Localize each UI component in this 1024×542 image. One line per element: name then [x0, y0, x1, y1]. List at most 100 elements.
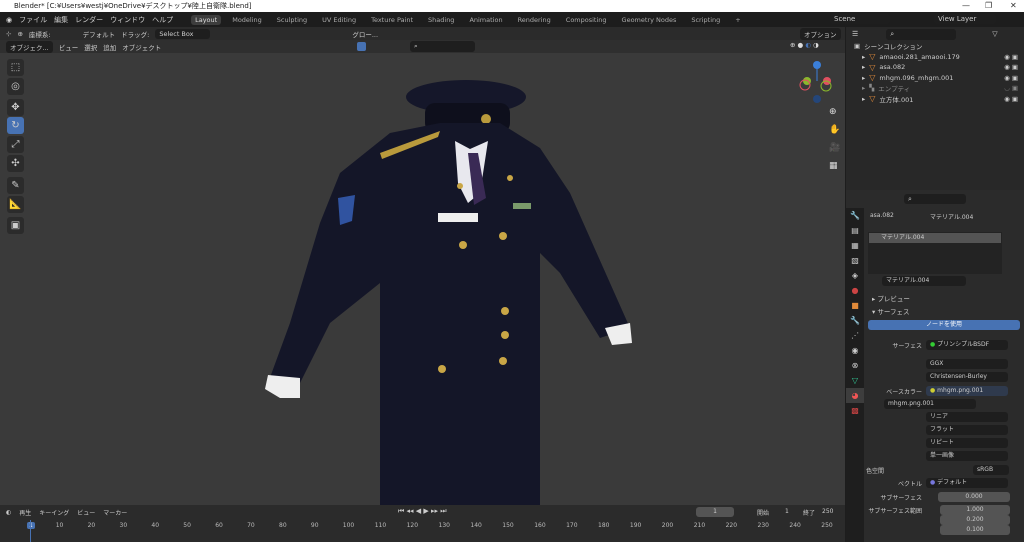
- maximize-button[interactable]: ❐: [985, 0, 992, 12]
- distribution-dropdown[interactable]: GGX: [926, 359, 1008, 369]
- material-tab-icon[interactable]: ◕: [846, 388, 864, 403]
- tab-sculpting[interactable]: Sculpting: [273, 15, 311, 25]
- tab-compositing[interactable]: Compositing: [562, 15, 611, 25]
- scene-collection[interactable]: ▣ シーンコレクション: [846, 41, 1024, 52]
- tab-texture-paint[interactable]: Texture Paint: [367, 15, 417, 25]
- extension-dropdown[interactable]: リピート: [926, 438, 1008, 448]
- subsurface-field[interactable]: 0.000: [938, 492, 1010, 502]
- select-mode-icon[interactable]: [357, 42, 366, 51]
- close-button[interactable]: ✕: [1010, 0, 1017, 12]
- outliner-item[interactable]: ▸ ▽ mhgm.096_mhgm.001 ◉ ▣: [846, 73, 1024, 84]
- tab-shading[interactable]: Shading: [424, 15, 458, 25]
- radius-z-field[interactable]: 0.100: [940, 525, 1010, 535]
- tab-rendering[interactable]: Rendering: [514, 15, 555, 25]
- outliner-item[interactable]: ▸ ▚ エンプティ ◡ ▣: [846, 83, 1024, 94]
- outliner-item[interactable]: ▸ ▽ amaooi.281_amaooi.179 ◉ ▣: [846, 52, 1024, 63]
- current-frame-field[interactable]: 1: [696, 507, 734, 517]
- visibility-icon[interactable]: ◡ ▣: [1004, 84, 1018, 92]
- surface-panel[interactable]: ▾ サーフェス: [872, 306, 909, 316]
- menu-help[interactable]: ヘルプ: [152, 15, 173, 25]
- view-layer-selector[interactable]: View Layer: [934, 14, 996, 24]
- menu-add[interactable]: 追加: [103, 42, 116, 52]
- tab-scripting[interactable]: Scripting: [687, 15, 724, 25]
- menu-marker[interactable]: マーカー: [103, 508, 127, 517]
- outliner-item[interactable]: ▸ ▽ asa.082 ◉ ▣: [846, 62, 1024, 73]
- pivot-dropdown[interactable]: デフォルト: [83, 29, 116, 39]
- scene-selector[interactable]: Scene: [830, 14, 890, 24]
- view-layer-tab-icon[interactable]: ▧: [846, 253, 864, 268]
- display-mode-icon[interactable]: ☰: [852, 30, 858, 38]
- blender-logo-icon[interactable]: ◉: [6, 16, 12, 24]
- start-field[interactable]: 1: [785, 508, 789, 515]
- add-workspace-button[interactable]: +: [731, 15, 744, 25]
- minimize-button[interactable]: —: [962, 0, 970, 12]
- visibility-icon[interactable]: ◉ ▣: [1004, 53, 1018, 61]
- tab-modeling[interactable]: Modeling: [228, 15, 266, 25]
- particles-tab-icon[interactable]: ⋰: [846, 328, 864, 343]
- physics-tab-icon[interactable]: ◉: [846, 343, 864, 358]
- menu-file[interactable]: ファイル: [19, 15, 47, 25]
- transform-icon[interactable]: ⊹: [6, 30, 11, 38]
- menu-object[interactable]: オブジェクト: [122, 42, 161, 52]
- colorspace-dropdown[interactable]: sRGB: [973, 465, 1009, 475]
- subsurface-method-dropdown[interactable]: Christensen-Burley: [926, 372, 1008, 382]
- interpolation-dropdown[interactable]: リニア: [926, 412, 1008, 422]
- menu-render[interactable]: レンダー: [75, 15, 103, 25]
- modifier-tab-icon[interactable]: 🔧: [846, 313, 864, 328]
- playback-controls[interactable]: ⏮ ◂◂ ◀ ▶ ▸▸ ⏭: [398, 507, 447, 516]
- menu-edit[interactable]: 編集: [54, 15, 68, 25]
- playhead[interactable]: [30, 520, 31, 542]
- material-slot-list[interactable]: マテリアル.004: [868, 232, 1002, 274]
- viewport-nav-icons[interactable]: ⊕ ✋ 🎥 ▦: [829, 103, 840, 175]
- end-field[interactable]: 250: [822, 508, 833, 515]
- outliner-item[interactable]: ▸ ▽ 立方体.001 ◉ ▣: [846, 94, 1024, 105]
- material-name-field[interactable]: マテリアル.004: [882, 276, 966, 286]
- menu-keying[interactable]: キーイング: [39, 508, 69, 517]
- world-tab-icon[interactable]: ●: [846, 283, 864, 298]
- texture-tab-icon[interactable]: ▩: [846, 403, 864, 418]
- base-color-field[interactable]: ● mhgm.png.001: [926, 386, 1008, 396]
- filter-icon[interactable]: ▽: [992, 30, 997, 38]
- properties-search-input[interactable]: ⌕: [904, 194, 966, 204]
- source-dropdown[interactable]: 単一画像: [926, 451, 1008, 461]
- image-name-field[interactable]: mhgm.png.001: [884, 399, 976, 409]
- 3d-viewport[interactable]: ⬚ ◎ ✥ ↻ ⤢ ✣ ✎ 📐 ▣ ⊕ ✋ 🎥 ▦: [0, 53, 845, 505]
- visibility-icon[interactable]: ◉ ▣: [1004, 63, 1018, 71]
- shading-mode-icons[interactable]: ⊕ ● ◐ ◑: [790, 41, 819, 49]
- preview-panel[interactable]: ▸ プレビュー: [872, 293, 910, 303]
- vector-field[interactable]: ● デフォルト: [926, 478, 1008, 488]
- visibility-icon[interactable]: ◉ ▣: [1004, 95, 1018, 103]
- render-tab-icon[interactable]: ▤: [846, 223, 864, 238]
- scene-tab-icon[interactable]: ◈: [846, 268, 864, 283]
- transform-orientation-dropdown[interactable]: グロー...: [352, 29, 378, 39]
- tab-geometry-nodes[interactable]: Geometry Nodes: [618, 15, 681, 25]
- surface-shader-field[interactable]: ● プリンシプルBSDF: [926, 340, 1008, 350]
- tool-tab-icon[interactable]: 🔧: [846, 208, 864, 223]
- mode-dropdown[interactable]: オブジェク...: [6, 40, 53, 53]
- output-tab-icon[interactable]: ▦: [846, 238, 864, 253]
- material-slot[interactable]: マテリアル.004: [869, 233, 1001, 243]
- menu-playback[interactable]: 再生: [19, 508, 31, 517]
- menu-window[interactable]: ウィンドウ: [110, 15, 145, 25]
- data-tab-icon[interactable]: ▽: [846, 373, 864, 388]
- radius-x-field[interactable]: 1.000: [940, 505, 1010, 515]
- use-nodes-button[interactable]: ノードを使用: [868, 320, 1020, 330]
- menu-view[interactable]: ビュー: [77, 508, 95, 517]
- visibility-icon[interactable]: ◉ ▣: [1004, 74, 1018, 82]
- tab-layout[interactable]: Layout: [191, 14, 222, 25]
- constraints-tab-icon[interactable]: ⊗: [846, 358, 864, 373]
- projection-dropdown[interactable]: フラット: [926, 425, 1008, 435]
- options-dropdown[interactable]: オプション: [800, 28, 841, 40]
- radius-y-field[interactable]: 0.200: [940, 515, 1010, 525]
- tab-uv-editing[interactable]: UV Editing: [318, 15, 360, 25]
- orbit-icon[interactable]: ⊕: [17, 30, 22, 38]
- editor-type-icon[interactable]: ◐: [6, 509, 11, 516]
- menu-view[interactable]: ビュー: [59, 42, 79, 52]
- outliner-search-input[interactable]: ⌕: [886, 28, 957, 40]
- viewport-search-input[interactable]: ⌕: [410, 41, 475, 52]
- tab-animation[interactable]: Animation: [465, 15, 506, 25]
- item-name: 立方体.001: [879, 95, 914, 104]
- drag-dropdown[interactable]: Select Box: [155, 28, 211, 39]
- object-tab-icon[interactable]: ■: [846, 298, 864, 313]
- menu-select[interactable]: 選択: [84, 42, 97, 52]
